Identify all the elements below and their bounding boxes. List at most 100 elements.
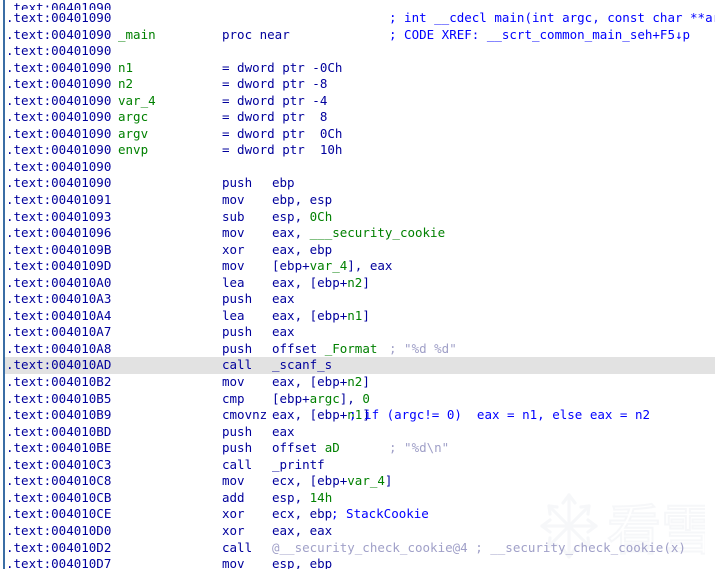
address-label[interactable]: .text:00401093 bbox=[6, 209, 111, 226]
disassembly-row[interactable]: .text:00401090 ; int __cdecl main(int arg… bbox=[0, 10, 715, 27]
address-label[interactable]: .text:00401090 bbox=[6, 60, 111, 77]
operands[interactable]: eax, [ebp+n1] bbox=[272, 308, 370, 325]
mnemonic[interactable]: xor bbox=[222, 523, 245, 540]
address-label[interactable]: .text:00401090 bbox=[6, 175, 111, 192]
operands[interactable]: eax bbox=[272, 324, 295, 341]
disassembly-row[interactable]: .text:004010C8 mov ecx, [ebp+var_4] bbox=[0, 473, 715, 490]
comment[interactable]: ; "%d %d" bbox=[389, 341, 457, 358]
disassembly-row[interactable]: .text:004010B2 mov eax, [ebp+n2] bbox=[0, 374, 715, 391]
disassembly-row[interactable]: .text:0040109B xor eax, ebp bbox=[0, 242, 715, 259]
operand-identifier[interactable]: _Format bbox=[325, 341, 378, 356]
address-label[interactable]: .text:004010A3 bbox=[6, 291, 111, 308]
address-label[interactable]: .text:00401090 bbox=[6, 0, 111, 10]
disassembly-row[interactable]: .text:00401090 push ebp bbox=[0, 175, 715, 192]
mnemonic[interactable]: push bbox=[222, 324, 252, 341]
mnemonic[interactable]: cmovnz bbox=[222, 407, 267, 424]
address-label[interactable]: .text:004010D2 bbox=[6, 540, 111, 557]
mnemonic[interactable]: push bbox=[222, 175, 252, 192]
disassembly-row[interactable]: .text:00401090 envp = dword ptr 10h bbox=[0, 142, 715, 159]
operands[interactable]: ecx, [ebp+var_4] bbox=[272, 473, 392, 490]
operand-identifier[interactable]: 0 bbox=[362, 391, 370, 406]
address-label[interactable]: .text:00401090 bbox=[6, 93, 111, 110]
address-label[interactable]: .text:00401090 bbox=[6, 43, 111, 60]
operands[interactable]: esp, 0Ch bbox=[272, 209, 332, 226]
operand-identifier[interactable]: n2 bbox=[347, 275, 362, 290]
mnemonic[interactable]: cmp bbox=[222, 391, 245, 408]
symbol-label[interactable]: argv bbox=[118, 126, 148, 143]
operands[interactable]: ecx, ebp bbox=[272, 506, 332, 523]
address-label[interactable]: .text:00401096 bbox=[6, 225, 111, 242]
mnemonic[interactable]: mov bbox=[222, 225, 245, 242]
disassembly-row[interactable]: .text:00401090 bbox=[0, 0, 715, 10]
operands[interactable]: offset _Format bbox=[272, 341, 377, 358]
address-label[interactable]: .text:004010CB bbox=[6, 490, 111, 507]
operands[interactable]: esp, 14h bbox=[272, 490, 332, 507]
operands[interactable]: esp, ebp bbox=[272, 556, 332, 569]
disassembly-row[interactable]: .text:004010CB add esp, 14h bbox=[0, 490, 715, 507]
operand-identifier[interactable]: n1 bbox=[347, 308, 362, 323]
operands[interactable]: offset aD bbox=[272, 440, 340, 457]
disassembly-row[interactable]: .text:004010A3 push eax bbox=[0, 291, 715, 308]
mnemonic[interactable]: call bbox=[222, 457, 252, 474]
address-label[interactable]: .text:0040109D bbox=[6, 258, 111, 275]
operands[interactable]: ebp bbox=[272, 175, 295, 192]
address-label[interactable]: .text:00401090 bbox=[6, 159, 111, 176]
disassembly-row[interactable]: .text:004010C3 call _printf bbox=[0, 457, 715, 474]
address-label[interactable]: .text:004010A0 bbox=[6, 275, 111, 292]
operand-identifier[interactable]: 14h bbox=[310, 490, 333, 505]
operand-identifier[interactable]: aD bbox=[325, 440, 340, 455]
address-label[interactable]: .text:004010BD bbox=[6, 424, 111, 441]
disassembly-row[interactable]: .text:00401090 bbox=[0, 159, 715, 176]
address-label[interactable]: .text:004010C8 bbox=[6, 473, 111, 490]
comment[interactable]: ; int __cdecl main(int argc, const char … bbox=[389, 10, 715, 27]
symbol-label[interactable]: envp bbox=[118, 142, 148, 159]
mnemonic[interactable]: xor bbox=[222, 506, 245, 523]
mnemonic[interactable]: push bbox=[222, 341, 252, 358]
operands[interactable]: eax, ___security_cookie bbox=[272, 225, 445, 242]
disassembly-row[interactable]: .text:004010CE xor ecx, ebp; StackCookie bbox=[0, 506, 715, 523]
address-label[interactable]: .text:0040109B bbox=[6, 242, 111, 259]
operand-identifier[interactable]: var_4 bbox=[347, 473, 385, 488]
mnemonic[interactable]: mov bbox=[222, 192, 245, 209]
mnemonic[interactable]: lea bbox=[222, 275, 245, 292]
operands[interactable]: [ebp+var_4], eax bbox=[272, 258, 392, 275]
address-label[interactable]: .text:004010C3 bbox=[6, 457, 111, 474]
symbol-label[interactable]: var_4 bbox=[118, 93, 156, 110]
disassembly-row[interactable]: .text:00401090 bbox=[0, 43, 715, 60]
comment[interactable]: ; StackCookie bbox=[331, 506, 429, 523]
disassembly-row[interactable]: .text:004010BD push eax bbox=[0, 424, 715, 441]
mnemonic[interactable]: call bbox=[222, 357, 252, 374]
address-label[interactable]: .text:004010B9 bbox=[6, 407, 111, 424]
address-label[interactable]: .text:00401090 bbox=[6, 76, 111, 93]
operand-identifier[interactable]: n2 bbox=[347, 374, 362, 389]
ida-disassembly-view[interactable]: 看雪 .text:00401090 .text:00401090; int __c… bbox=[0, 0, 715, 569]
mnemonic[interactable]: mov bbox=[222, 473, 245, 490]
disassembly-row[interactable]: .text:004010D7 mov esp, ebp bbox=[0, 556, 715, 569]
mnemonic[interactable]: mov bbox=[222, 258, 245, 275]
address-label[interactable]: .text:00401091 bbox=[6, 192, 111, 209]
disassembly-row[interactable]: .text:00401090 argv = dword ptr 0Ch bbox=[0, 126, 715, 143]
operands[interactable]: _printf bbox=[272, 457, 325, 474]
address-label[interactable]: .text:004010D7 bbox=[6, 556, 111, 569]
operands[interactable]: eax, ebp bbox=[272, 242, 332, 259]
disassembly-listing[interactable]: .text:00401090 .text:00401090; int __cdec… bbox=[0, 0, 715, 569]
mnemonic[interactable]: xor bbox=[222, 242, 245, 259]
disassembly-row[interactable]: .text:004010B5 cmp [ebp+argc], 0 bbox=[0, 391, 715, 408]
symbol-label[interactable]: n1 bbox=[118, 60, 133, 77]
operand-identifier[interactable]: ___security_cookie bbox=[310, 225, 445, 240]
disassembly-row[interactable]: .text:00401090 n1 = dword ptr -0Ch bbox=[0, 60, 715, 77]
address-label[interactable]: .text:00401090 bbox=[6, 10, 111, 27]
disassembly-row[interactable]: .text:00401090 n2 = dword ptr -8 bbox=[0, 76, 715, 93]
disassembly-row[interactable]: .text:00401093 sub esp, 0Ch bbox=[0, 209, 715, 226]
disassembly-row[interactable]: .text:004010BE push offset aD ; "%d\n" bbox=[0, 440, 715, 457]
mnemonic[interactable]: proc near bbox=[222, 27, 290, 44]
symbol-label[interactable]: argc bbox=[118, 109, 148, 126]
mnemonic[interactable]: sub bbox=[222, 209, 245, 226]
comment[interactable]: ; "%d\n" bbox=[389, 440, 449, 457]
disassembly-row[interactable]: .text:004010D0 xor eax, eax bbox=[0, 523, 715, 540]
disassembly-row[interactable]: .text:00401090 var_4 = dword ptr -4 bbox=[0, 93, 715, 110]
operands[interactable]: eax, [ebp+n2] bbox=[272, 374, 370, 391]
address-label[interactable]: .text:004010D0 bbox=[6, 523, 111, 540]
comment[interactable]: ; CODE XREF: __scrt_common_main_seh+F5↓p bbox=[389, 27, 690, 44]
address-label[interactable]: .text:00401090 bbox=[6, 142, 111, 159]
